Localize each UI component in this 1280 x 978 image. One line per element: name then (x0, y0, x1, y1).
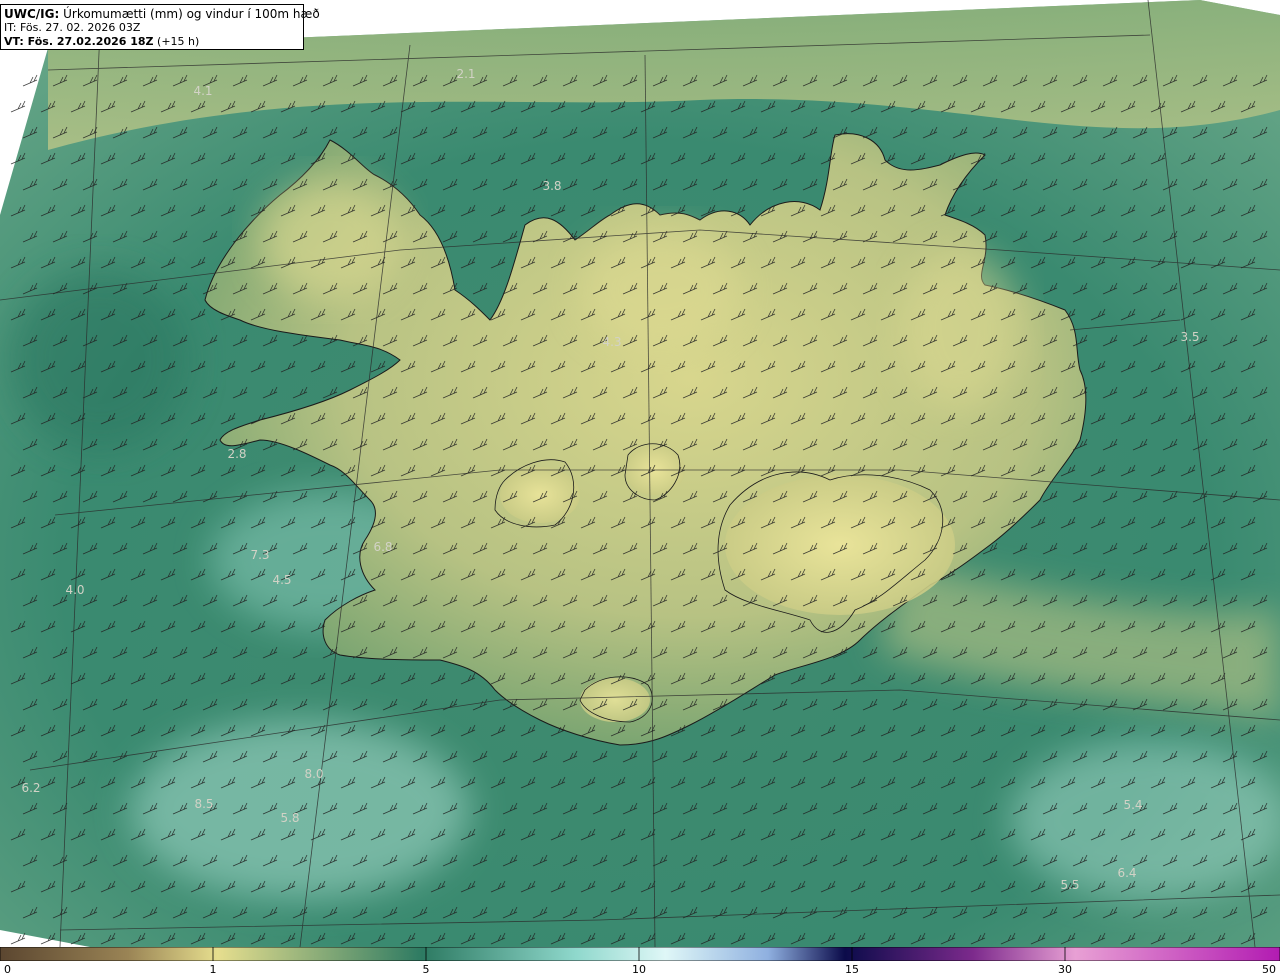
colorbar-tick: 10 (632, 963, 646, 976)
precip-value-label: 4.3 (602, 335, 621, 349)
precip-value-label: 7.3 (250, 548, 269, 562)
colorbar (0, 947, 1280, 961)
north-high (580, 230, 740, 350)
precip-value-label: 6.8 (373, 540, 392, 554)
precip-value-label: 4.5 (272, 573, 291, 587)
precip-value-label: 8.0 (304, 767, 323, 781)
colorbar-tick: 30 (1058, 963, 1072, 976)
vatnajokull (725, 475, 955, 615)
east-high (900, 250, 1020, 410)
precip-value-label: 5.8 (280, 811, 299, 825)
title-row: UWC/IG: Úrkomumætti (mm) og vindur í 100… (4, 7, 320, 21)
precip-value-label: 2.1 (456, 67, 475, 81)
valid-time-row: VT: Fös. 27.02.2026 18Z (+15 h) (4, 35, 300, 49)
precip-value-label: 4.1 (193, 84, 212, 98)
init-time: IT: Fös. 27. 02. 2026 03Z (4, 21, 141, 34)
precip-value-label: 2.8 (227, 447, 246, 461)
precip-value-label: 8.5 (194, 797, 213, 811)
colorbar-tick: 0 (4, 963, 11, 976)
valid-time: VT: Fös. 27.02.2026 18Z (4, 35, 154, 48)
precip-value-label: 3.5 (1180, 330, 1199, 344)
model-label: UWC/IG: (4, 7, 60, 21)
precip-value-label: 6.2 (21, 781, 40, 795)
precip-value-label: 6.4 (1117, 866, 1136, 880)
colorbar-tick: 1 (209, 963, 217, 976)
map-title: Úrkomumætti (mm) og vindur í 100m hæð (63, 7, 320, 21)
precip-value-label: 3.8 (542, 179, 561, 193)
colorbar-tick: 50 (1262, 963, 1276, 976)
precip-value-label: 5.5 (1060, 878, 1079, 892)
precip-value-label: 4.0 (65, 583, 84, 597)
colorbar-tick: 15 (845, 963, 859, 976)
westfjords-high (260, 180, 400, 300)
map-title-box: UWC/IG: Úrkomumætti (mm) og vindur í 100… (0, 4, 320, 50)
myrdalsjokull (580, 678, 650, 722)
colorbar-tick: 5 (422, 963, 430, 976)
valid-offset: (+15 h) (157, 35, 200, 48)
precip-value-label: 5.4 (1123, 798, 1142, 812)
precipitation-map: 4.1 2.1 3.8 4.3 3.5 2.8 6.8 7.34.5 4.0 6.2 8.0 8.5 5… (0, 0, 1280, 947)
